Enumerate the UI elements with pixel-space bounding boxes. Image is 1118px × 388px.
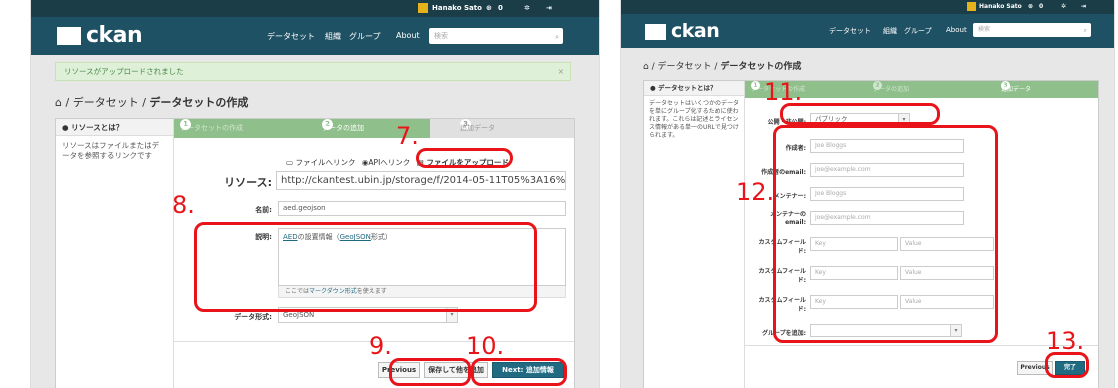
annotation-11: 11. (764, 78, 803, 106)
annotation-box-7 (416, 148, 513, 168)
user-name[interactable]: Hanako Sato (432, 4, 482, 12)
search-icon[interactable]: ⌕ (555, 29, 559, 45)
activity-count[interactable]: 0 (1039, 3, 1043, 10)
ckan-logo-icon (57, 27, 81, 45)
nav-about[interactable]: About (396, 31, 420, 40)
stage-1[interactable]: 1 データセットの作成 (174, 119, 310, 138)
flash-message: リソースがアップロードされました × (55, 62, 571, 81)
sidebar-title: ● リソースとは？ (56, 119, 173, 136)
home-icon[interactable]: ⌂ (55, 96, 62, 109)
file-icon: ▭ (286, 158, 294, 167)
annotation-7: 7. (396, 122, 419, 150)
search-input[interactable]: 検索 ⌕ (973, 23, 1091, 37)
info-icon: ● (650, 84, 656, 92)
breadcrumb: ⌂ / データセット / データセットの作成 (55, 94, 248, 110)
sign-out-icon[interactable]: ⇥ (546, 4, 552, 12)
annotation-12: 12. (736, 178, 775, 206)
breadcrumb-sep: / (651, 62, 655, 72)
annotation-box-11 (780, 103, 940, 125)
link-api-button[interactable]: ◉APIへリンク (362, 158, 410, 167)
activity-count[interactable]: 0 (498, 4, 503, 12)
annotation-box-10 (471, 358, 567, 386)
account-bar: Hanako Sato ⊛ 0 ✲ ⇥ (621, 0, 1114, 14)
breadcrumb: ⌂ / データセット / データセットの作成 (643, 59, 801, 72)
sidebar-text: データセットはいくつかのデータを単にグループ化するために使われます。これらは記述… (649, 100, 740, 139)
ckan-logo[interactable]: ckan (645, 20, 720, 42)
name-label: 名前: (255, 206, 272, 214)
sidebar: ● リソースとは？ リソースはファイルまたはデータを参照するリンクです (56, 119, 174, 388)
tachometer-icon[interactable]: ⊛ (486, 4, 492, 12)
stage-3[interactable]: 3 追加データ (430, 119, 574, 138)
left-screenshot: Hanako Sato ⊛ 0 ✲ ⇥ ckan データセット 組織 グループ … (30, 0, 600, 388)
info-icon: ● (62, 123, 69, 132)
home-icon[interactable]: ⌂ (643, 62, 649, 72)
annotation-box-13 (1045, 352, 1089, 378)
annotation-box-8 (194, 222, 537, 312)
nav-about[interactable]: About (946, 26, 967, 34)
resource-label: リソース: (224, 176, 272, 189)
stage-1[interactable]: 1 データセットの作成 (745, 81, 863, 98)
nav-datasets[interactable]: データセット (267, 31, 315, 42)
breadcrumb-current: データセットの作成 (149, 96, 249, 109)
search-icon[interactable]: ⌕ (1084, 24, 1087, 38)
nav-groups[interactable]: グループ (904, 26, 932, 36)
nav-organizations[interactable]: 組織 (883, 26, 897, 36)
format-label: データ形式: (234, 313, 272, 321)
stage-2[interactable]: 2 データの追加 (863, 81, 973, 98)
search-input[interactable]: 検索 ⌕ (429, 28, 563, 44)
masthead: ckan データセット 組織 グループ About 検索 ⌕ (31, 17, 599, 55)
stage-3[interactable]: 3 追加データ (973, 81, 1098, 98)
nav-organizations[interactable]: 組織 (325, 31, 341, 42)
breadcrumb-current: データセットの作成 (720, 62, 802, 72)
ckan-logo[interactable]: ckan (57, 23, 143, 48)
annotation-box-12 (773, 125, 998, 343)
nav-groups[interactable]: グループ (349, 31, 381, 42)
gear-icon[interactable]: ✲ (524, 4, 530, 12)
breadcrumb-datasets[interactable]: データセット (658, 62, 712, 72)
ckan-logo-icon (645, 24, 666, 40)
nav-datasets[interactable]: データセット (829, 26, 871, 36)
masthead: ckan データセット 組織 グループ About 検索 ⌕ (621, 14, 1114, 48)
breadcrumb-sep: / (714, 62, 718, 72)
avatar[interactable] (418, 3, 428, 13)
annotation-10: 10. (466, 332, 505, 360)
sign-out-icon[interactable]: ⇥ (1081, 3, 1086, 10)
name-field[interactable]: aed.geojson (278, 201, 566, 216)
avatar[interactable] (967, 2, 976, 11)
sidebar-text: リソースはファイルまたはデータを参照するリンクです (62, 141, 160, 160)
annotation-13: 13. (1046, 327, 1085, 355)
link-file-button[interactable]: ▭ ファイルへリンク (286, 158, 355, 167)
annotation-9: 9. (369, 332, 392, 360)
flash-close-icon[interactable]: × (558, 63, 564, 80)
resource-url-field[interactable]: http://ckantest.ubin.jp/storage/f/2014-0… (276, 171, 566, 190)
annotation-box-9 (389, 358, 471, 386)
breadcrumb-sep: / (65, 96, 70, 109)
sidebar: ● データセットとは？ データセットはいくつかのデータを単にグループ化するために… (644, 81, 745, 388)
tachometer-icon[interactable]: ⊛ (1028, 3, 1033, 10)
breadcrumb-datasets[interactable]: データセット (73, 96, 139, 109)
sidebar-title: ● データセットとは？ (644, 81, 744, 96)
annotation-8: 8. (172, 191, 195, 219)
user-name[interactable]: Hanako Sato (979, 3, 1022, 10)
account-bar: Hanako Sato ⊛ 0 ✲ ⇥ (31, 0, 599, 17)
gear-icon[interactable]: ✲ (1061, 3, 1066, 10)
breadcrumb-sep: / (142, 96, 146, 109)
